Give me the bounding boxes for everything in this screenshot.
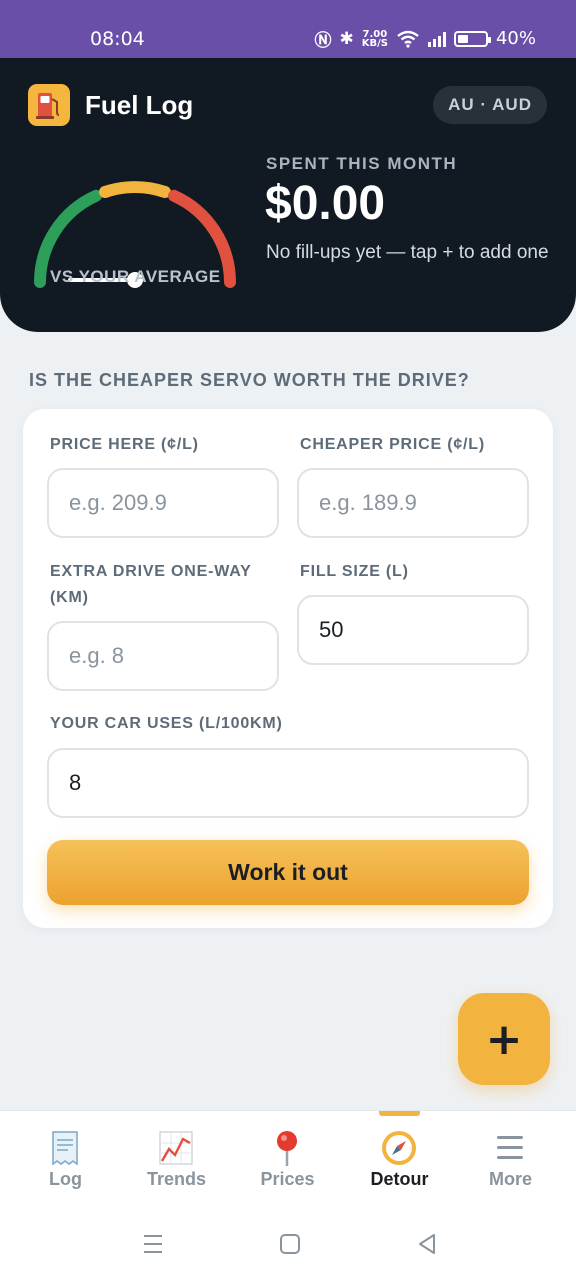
nav-label-more: More: [488, 1169, 532, 1189]
system-nav-bar: [0, 1208, 576, 1280]
pin-icon: [277, 1131, 297, 1166]
spent-value: $0.00: [265, 177, 386, 230]
fuel-pump-icon: [28, 84, 70, 126]
net-speed: 7.00 KB/S: [361, 29, 388, 49]
section-title: IS THE CHEAPER SERVO WORTH THE DRIVE?: [29, 370, 470, 390]
receipt-icon: [52, 1131, 78, 1166]
cheaper-price-label: CHEAPER PRICE (¢/L): [300, 436, 485, 453]
fill-size-label: FILL SIZE (L): [300, 563, 409, 580]
status-icons: Ⓝ ✱ 7.00 KB/S 40%: [315, 26, 537, 51]
nav-label-trends: Trends: [146, 1169, 207, 1189]
work-it-out-button[interactable]: Work it out: [47, 840, 529, 905]
app-title: Fuel Log: [85, 90, 194, 120]
chart-icon: [159, 1131, 193, 1165]
car-uses-input[interactable]: [47, 748, 529, 818]
home-icon[interactable]: [278, 1232, 302, 1256]
active-tab-indicator: [379, 1111, 420, 1116]
price-here-label: PRICE HERE (¢/L): [50, 436, 199, 453]
price-here-input[interactable]: [47, 468, 279, 538]
back-icon[interactable]: [415, 1232, 439, 1256]
signal-icon: [427, 31, 446, 47]
nav-label-log: Log: [49, 1169, 82, 1189]
spent-label: SPENT THIS MONTH: [266, 154, 458, 173]
bluetooth-icon: ✱: [339, 28, 354, 49]
recents-icon[interactable]: [141, 1232, 165, 1256]
nav-item-detour[interactable]: Detour: [342, 1111, 457, 1209]
nav-label-prices: Prices: [260, 1169, 315, 1189]
nav-item-more[interactable]: More: [453, 1111, 568, 1209]
battery-percent: 40%: [495, 28, 536, 49]
gauge-label: VS YOUR AVERAGE: [50, 267, 221, 286]
extra-drive-label: EXTRA DRIVE ONE-WAY (KM): [50, 563, 252, 606]
nav-item-log[interactable]: Log: [8, 1111, 123, 1209]
nav-item-trends[interactable]: Trends: [119, 1111, 234, 1209]
nav-label-detour: Detour: [370, 1169, 429, 1189]
menu-icon: [497, 1136, 523, 1159]
extra-drive-input[interactable]: [47, 621, 279, 691]
fill-size-input[interactable]: [297, 595, 529, 665]
header: Fuel Log AU · AUD VS YOUR AVERAGE SPENT …: [0, 58, 576, 332]
nfc-icon: Ⓝ: [314, 31, 332, 51]
region-currency-button[interactable]: AU · AUD: [433, 86, 547, 124]
compass-icon: [382, 1131, 416, 1165]
status-time: 08:04: [90, 28, 145, 50]
add-fillup-button[interactable]: +: [458, 993, 550, 1085]
bottom-nav: Log Trends Prices Detour More: [0, 1110, 576, 1208]
spent-note: No fill-ups yet — tap + to add one: [266, 242, 549, 263]
net-speed-unit: KB/S: [361, 37, 388, 49]
wifi-icon: [397, 30, 419, 48]
status-bar: 08:04 Ⓝ ✱ 7.00 KB/S 40%: [0, 0, 576, 58]
detour-calculator-card: PRICE HERE (¢/L) CHEAPER PRICE (¢/L) EXT…: [23, 409, 553, 928]
cheaper-price-input[interactable]: [297, 468, 529, 538]
car-uses-label: YOUR CAR USES (L/100KM): [50, 715, 283, 732]
nav-item-prices[interactable]: Prices: [230, 1111, 345, 1209]
battery-icon: [453, 30, 491, 47]
